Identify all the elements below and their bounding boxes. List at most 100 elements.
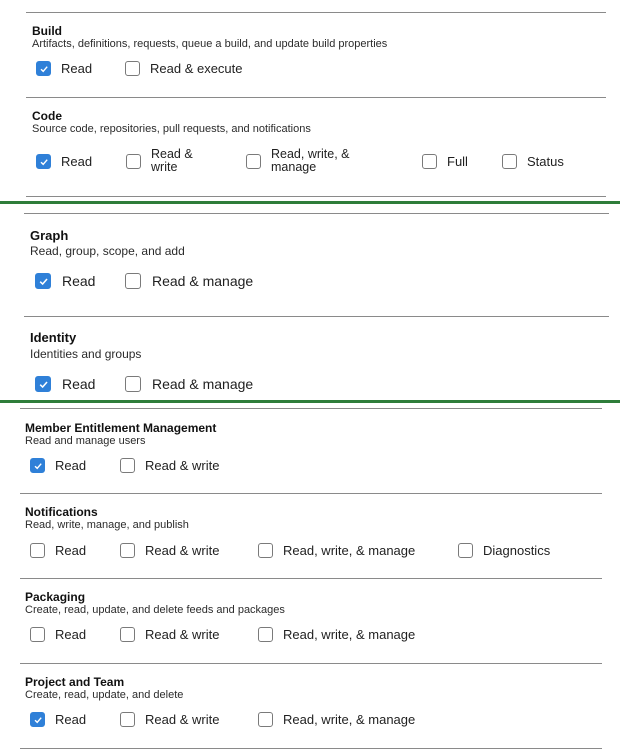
checkbox-icon xyxy=(30,458,45,473)
packaging-read-write-manage-checkbox[interactable]: Read, write, & manage xyxy=(258,627,415,642)
notifications-diagnostics-checkbox[interactable]: Diagnostics xyxy=(458,543,550,558)
checkbox-icon xyxy=(502,154,517,169)
identity-read-manage-checkbox[interactable]: Read & manage xyxy=(125,376,253,392)
checkbox-icon xyxy=(120,627,135,642)
option-label: Read xyxy=(55,542,87,558)
checkbox-icon xyxy=(120,458,135,473)
checkbox-icon xyxy=(30,543,45,558)
section-title-packaging: Packaging xyxy=(25,590,86,604)
divider xyxy=(26,12,606,13)
checkbox-icon xyxy=(125,376,141,392)
option-label: Status xyxy=(527,153,564,169)
checkbox-icon xyxy=(35,273,51,289)
build-read-checkbox[interactable]: Read xyxy=(36,61,92,76)
section-title-graph: Graph xyxy=(30,228,69,243)
divider xyxy=(26,97,606,98)
option-label: Read, write, & manage xyxy=(283,711,416,727)
option-label: Read & manage xyxy=(152,272,254,289)
section-desc-graph: Read, group, scope, and add xyxy=(30,244,185,258)
code-full-checkbox[interactable]: Full xyxy=(422,154,468,169)
section-desc-identity: Identities and groups xyxy=(30,347,142,361)
option-label: Read & write xyxy=(145,711,220,727)
checkbox-icon xyxy=(120,712,135,727)
divider xyxy=(24,316,609,317)
code-read-write-checkbox[interactable]: Read & write xyxy=(126,147,193,175)
checkbox-icon xyxy=(422,154,437,169)
option-label: Read xyxy=(55,711,87,727)
checkbox-icon xyxy=(30,627,45,642)
option-label: Read xyxy=(61,60,93,76)
section-title-build: Build xyxy=(32,24,62,38)
divider xyxy=(20,578,602,579)
checkbox-icon xyxy=(120,543,135,558)
option-label: Read xyxy=(55,626,87,642)
checkmark-icon xyxy=(39,277,48,285)
packaging-read-write-checkbox[interactable]: Read & write xyxy=(120,627,219,642)
option-label-line: Read, write, & xyxy=(271,147,350,161)
section-title-code: Code xyxy=(32,109,62,123)
project-read-checkbox[interactable]: Read xyxy=(30,712,86,727)
checkmark-icon xyxy=(34,716,42,723)
option-label: Read & write xyxy=(145,542,220,558)
checkbox-icon xyxy=(258,627,273,642)
checkbox-icon xyxy=(258,712,273,727)
checkbox-icon xyxy=(246,153,261,169)
checkbox-icon xyxy=(36,154,51,169)
option-label: Read & manage xyxy=(152,375,254,392)
checkmark-icon xyxy=(40,158,48,165)
option-label-line: manage xyxy=(271,160,317,175)
option-label: Read & write xyxy=(145,626,220,642)
checkbox-icon xyxy=(36,61,51,76)
section-title-notifications: Notifications xyxy=(25,505,98,519)
crop-separator xyxy=(0,400,620,403)
notifications-read-write-checkbox[interactable]: Read & write xyxy=(120,543,219,558)
checkbox-icon xyxy=(258,543,273,558)
option-label: Read xyxy=(55,457,87,473)
option-label: Read xyxy=(62,272,96,289)
option-label: Full xyxy=(447,153,468,169)
divider xyxy=(20,748,602,749)
divider xyxy=(26,196,606,197)
section-title-member-entitlement: Member Entitlement Management xyxy=(25,421,217,435)
notifications-read-checkbox[interactable]: Read xyxy=(30,543,86,558)
checkmark-icon xyxy=(39,380,48,388)
checkmark-icon xyxy=(40,65,48,72)
checkbox-icon xyxy=(126,153,141,169)
build-read-execute-checkbox[interactable]: Read & execute xyxy=(125,61,243,76)
code-status-checkbox[interactable]: Status xyxy=(502,154,564,169)
packaging-read-checkbox[interactable]: Read xyxy=(30,627,86,642)
divider xyxy=(20,493,602,494)
graph-read-manage-checkbox[interactable]: Read & manage xyxy=(125,273,253,289)
divider xyxy=(24,213,609,214)
option-label: Read, write, & manage xyxy=(271,147,350,175)
member-read-checkbox[interactable]: Read xyxy=(30,458,86,473)
member-read-write-checkbox[interactable]: Read & write xyxy=(120,458,219,473)
option-label: Read & execute xyxy=(150,60,243,76)
project-read-write-manage-checkbox[interactable]: Read, write, & manage xyxy=(258,712,415,727)
option-label-line: Read & xyxy=(151,147,193,161)
option-label: Read xyxy=(62,375,96,392)
option-label: Read, write, & manage xyxy=(283,542,416,558)
option-label: Read & write xyxy=(145,457,220,473)
section-desc-code: Source code, repositories, pull requests… xyxy=(32,123,311,135)
option-label: Diagnostics xyxy=(483,542,551,558)
option-label: Read, write, & manage xyxy=(283,626,416,642)
code-read-write-manage-checkbox[interactable]: Read, write, & manage xyxy=(246,147,350,175)
notifications-read-write-manage-checkbox[interactable]: Read, write, & manage xyxy=(258,543,415,558)
code-read-checkbox[interactable]: Read xyxy=(36,154,92,169)
section-desc-build: Artifacts, definitions, requests, queue … xyxy=(32,38,388,50)
option-label: Read xyxy=(61,153,93,169)
checkbox-icon xyxy=(35,376,51,392)
project-read-write-checkbox[interactable]: Read & write xyxy=(120,712,219,727)
option-label-line: write xyxy=(151,160,178,175)
option-label: Read & write xyxy=(151,147,193,175)
section-title-identity: Identity xyxy=(30,330,77,345)
crop-separator xyxy=(0,201,620,204)
checkmark-icon xyxy=(34,462,42,469)
section-desc-member-entitlement: Read and manage users xyxy=(25,435,146,447)
checkbox-icon xyxy=(125,61,140,76)
identity-read-checkbox[interactable]: Read xyxy=(35,376,95,392)
section-title-project-team: Project and Team xyxy=(25,675,125,689)
graph-read-checkbox[interactable]: Read xyxy=(35,273,95,289)
checkbox-icon xyxy=(125,273,141,289)
